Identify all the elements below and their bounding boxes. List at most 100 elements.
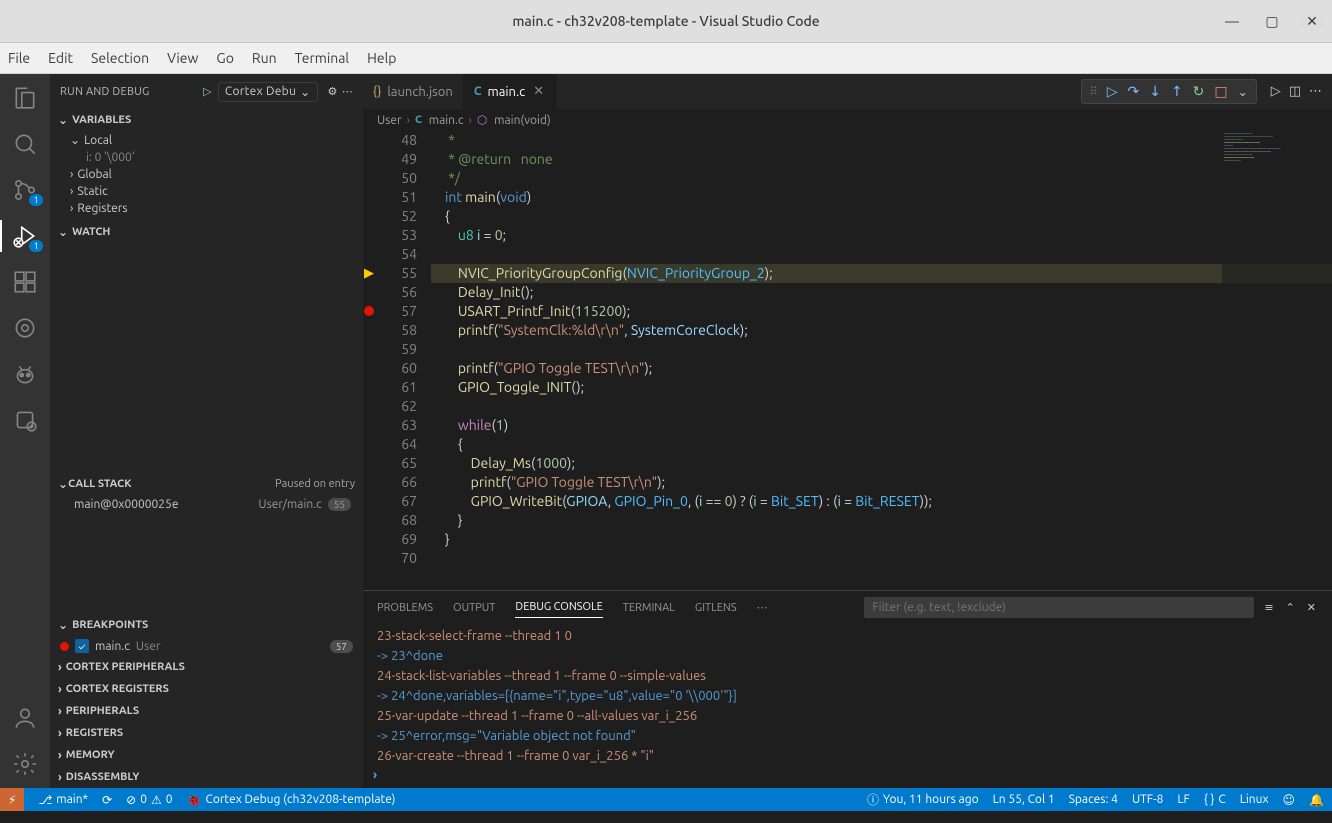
tab-launch-json[interactable]: {}launch.json xyxy=(363,74,464,109)
sync-icon[interactable]: ⟳ xyxy=(102,793,112,807)
blame-indicator[interactable]: ⓘ You, 11 hours ago xyxy=(867,791,979,808)
panel-tab-gitlens[interactable]: GITLENS xyxy=(695,598,737,618)
remote-indicator[interactable]: ⚡ xyxy=(0,788,24,811)
disassembly-header[interactable]: ›DISASSEMBLY xyxy=(50,766,363,788)
explorer-icon[interactable] xyxy=(11,84,39,112)
scope-local[interactable]: ⌄Local xyxy=(50,131,363,149)
stack-frame[interactable]: main@0x0000025e User/main.c55 xyxy=(50,495,363,514)
debug-controls: ⠿ ▷ ↷ ↓ ↑ ↻ □ ⌄ xyxy=(1081,79,1257,104)
variables-header[interactable]: ⌄VARIABLES xyxy=(50,109,363,131)
drag-handle-icon[interactable]: ⠿ xyxy=(1090,85,1097,98)
menu-go[interactable]: Go xyxy=(216,50,233,66)
callstack-header[interactable]: ⌄CALL STACKPaused on entry xyxy=(50,473,363,495)
pause-status: Paused on entry xyxy=(275,478,355,490)
menu-run[interactable]: Run xyxy=(252,50,277,66)
tab-bar: {}launch.json Cmain.c✕ ⠿ ▷ ↷ ↓ ↑ ↻ □ ⌄ ▷… xyxy=(363,74,1332,109)
branch-indicator[interactable]: ⎇ main* xyxy=(38,793,88,807)
menu-terminal[interactable]: Terminal xyxy=(295,50,350,66)
feedback-icon[interactable]: ☺ xyxy=(1283,793,1296,807)
breadcrumb[interactable]: User› C main.c› ⬡ main(void) xyxy=(363,109,1332,131)
more-icon[interactable]: ⋯ xyxy=(342,85,353,98)
minimize-button[interactable]: — xyxy=(1220,9,1244,33)
settings-icon[interactable] xyxy=(11,750,39,778)
watch-header[interactable]: ⌄WATCH xyxy=(50,221,363,243)
minimap[interactable]: ▬▬▬▬▬▬▬▬▬▬▬▬▬▬▬▬▬▬▬▬▬▬▬▬▬▬▬▬▬▬▬▬▬▬▬▬▬▬▬▬… xyxy=(1222,131,1332,561)
extensions-icon[interactable] xyxy=(11,268,39,296)
run-icon[interactable]: ▷ xyxy=(1271,84,1281,99)
debug-status[interactable]: 🐞 Cortex Debug (ch32v208-template) xyxy=(187,793,396,807)
scope-global[interactable]: ›Global xyxy=(50,166,363,183)
bottom-panel: PROBLEMS OUTPUT DEBUG CONSOLE TERMINAL GITLE… xyxy=(363,590,1332,788)
registers-header[interactable]: ›REGISTERS xyxy=(50,722,363,744)
split-editor-icon[interactable]: ◫ xyxy=(1289,84,1301,99)
menu-selection[interactable]: Selection xyxy=(91,50,149,66)
panel-tab-debug-console[interactable]: DEBUG CONSOLE xyxy=(515,597,602,618)
panel-tab-output[interactable]: OUTPUT xyxy=(453,598,495,618)
debug-icon[interactable]: 1 xyxy=(11,222,39,250)
panel-tab-terminal[interactable]: TERMINAL xyxy=(623,598,675,618)
step-into-icon[interactable]: ↓ xyxy=(1149,83,1161,100)
os-indicator[interactable]: Linux xyxy=(1240,793,1269,806)
cursor-position[interactable]: Ln 55, Col 1 xyxy=(993,793,1055,806)
maximize-button[interactable]: ▢ xyxy=(1260,9,1284,33)
code-editor[interactable]: ▶484950515253545556575859606162636465666… xyxy=(363,131,1332,590)
account-icon[interactable] xyxy=(11,704,39,732)
start-debug-icon[interactable]: ▷ xyxy=(203,85,212,98)
activity-bar: 1 1 xyxy=(0,74,50,788)
breakpoints-header[interactable]: ⌄BREAKPOINTS xyxy=(50,614,363,636)
more-icon[interactable]: ⋯ xyxy=(1309,84,1322,99)
collapse-icon[interactable]: ⌃ xyxy=(1284,599,1297,616)
var-i[interactable]: i: 0 '\000' xyxy=(50,149,363,166)
panel-tab-problems[interactable]: PROBLEMS xyxy=(377,598,433,618)
scm-icon[interactable]: 1 xyxy=(11,176,39,204)
menu-view[interactable]: View xyxy=(167,50,198,66)
menu-help[interactable]: Help xyxy=(367,50,396,66)
breakpoint-dot-icon xyxy=(60,642,69,651)
filter-input[interactable] xyxy=(864,597,1254,618)
sidebar-title: RUN AND DEBUG xyxy=(60,86,203,98)
more-icon[interactable]: ⋯ xyxy=(757,601,768,614)
stop-icon[interactable]: □ xyxy=(1214,83,1227,100)
debug-badge: 1 xyxy=(29,240,43,252)
window-title: main.c - ch32v208-template - Visual Stud… xyxy=(0,13,1332,29)
close-panel-icon[interactable]: ✕ xyxy=(1305,599,1318,616)
platformio-icon[interactable] xyxy=(11,360,39,388)
breakpoint-checkbox[interactable]: ✓ xyxy=(75,639,89,653)
gitlens-icon[interactable] xyxy=(11,314,39,342)
indentation[interactable]: Spaces: 4 xyxy=(1069,793,1118,806)
scope-static[interactable]: ›Static xyxy=(50,183,363,200)
gear-icon[interactable]: ⚙ xyxy=(324,85,342,98)
continue-icon[interactable]: ▷ xyxy=(1107,83,1118,100)
close-icon[interactable]: ✕ xyxy=(531,84,546,99)
step-out-icon[interactable]: ↑ xyxy=(1171,83,1183,100)
debug-console-output[interactable]: 23-stack-select-frame --thread 1 0-> 23^… xyxy=(363,624,1332,768)
problems-indicator[interactable]: ⊘ 0 ⚠ 0 xyxy=(126,793,172,807)
eide-icon[interactable] xyxy=(11,406,39,434)
step-over-icon[interactable]: ↷ xyxy=(1127,83,1139,100)
memory-header[interactable]: ›MEMORY xyxy=(50,744,363,766)
scope-registers[interactable]: ›Registers xyxy=(50,200,363,217)
breakpoint-row[interactable]: ✓ main.c User 57 xyxy=(50,636,363,656)
tab-main-c[interactable]: Cmain.c✕ xyxy=(464,74,557,109)
language-mode[interactable]: { } C xyxy=(1204,793,1226,806)
menu-edit[interactable]: Edit xyxy=(48,50,73,66)
search-icon[interactable] xyxy=(11,130,39,158)
console-prompt[interactable]: › xyxy=(363,768,1332,788)
settings-icon[interactable]: ≡ xyxy=(1262,599,1275,616)
cortex-regs-header[interactable]: ›CORTEX REGISTERS xyxy=(50,678,363,700)
menu-file[interactable]: File xyxy=(8,50,30,66)
peripherals-header[interactable]: ›PERIPHERALS xyxy=(50,700,363,722)
eol[interactable]: LF xyxy=(1177,793,1189,806)
restart-icon[interactable]: ↻ xyxy=(1193,83,1205,100)
cortex-periph-header[interactable]: ›CORTEX PERIPHERALS xyxy=(50,656,363,678)
debug-sidebar: RUN AND DEBUG ▷ Cortex Debu⌄ ⚙ ⋯ ⌄VARIAB… xyxy=(50,74,363,788)
close-button[interactable]: ✕ xyxy=(1300,9,1324,33)
debug-config-select[interactable]: Cortex Debu⌄ xyxy=(218,82,318,102)
debug-dropdown-icon[interactable]: ⌄ xyxy=(1238,85,1248,99)
menubar: File Edit Selection View Go Run Terminal Help xyxy=(0,43,1332,74)
titlebar: main.c - ch32v208-template - Visual Stud… xyxy=(0,0,1332,43)
scm-badge: 1 xyxy=(29,194,43,206)
status-bar: ⚡ ⎇ main* ⟳ ⊘ 0 ⚠ 0 🐞 Cortex Debug (ch32… xyxy=(0,788,1332,811)
bell-icon[interactable]: 🔔 xyxy=(1309,793,1324,807)
encoding[interactable]: UTF-8 xyxy=(1132,793,1163,806)
